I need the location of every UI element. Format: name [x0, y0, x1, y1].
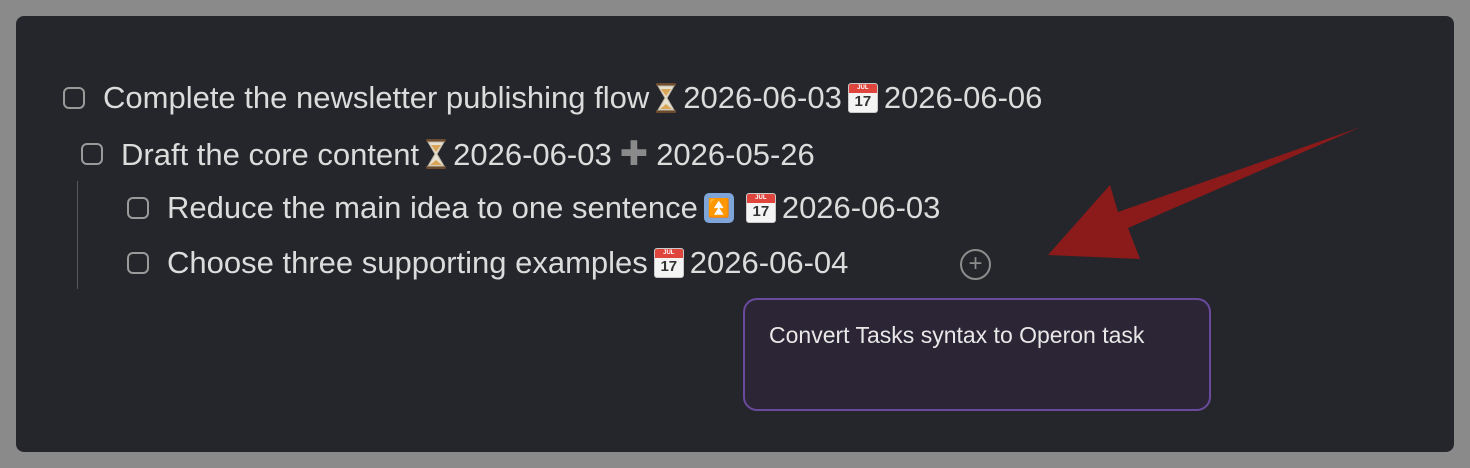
- annotation-arrow-icon: [1048, 127, 1361, 259]
